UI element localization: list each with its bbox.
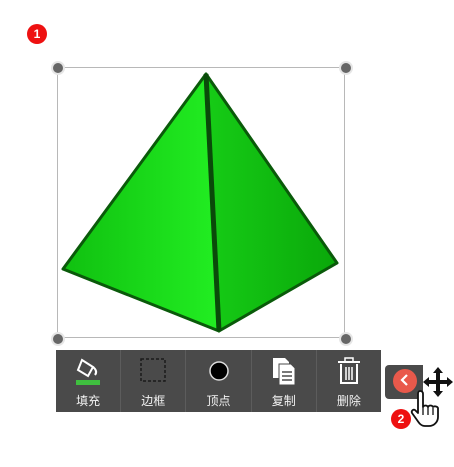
copy-button[interactable]: 复制: [252, 350, 317, 412]
border-label: 边框: [141, 394, 166, 408]
delete-button[interactable]: 删除: [317, 350, 381, 412]
shape-toolbar: 填充 边框 顶点 复制 删除: [56, 350, 381, 412]
copy-label: 复制: [271, 394, 296, 408]
copy-pages-icon: [269, 356, 299, 386]
border-button[interactable]: 边框: [121, 350, 187, 412]
vertex-label: 顶点: [206, 394, 231, 408]
hand-pointer-icon: [410, 390, 439, 427]
dot-icon: [204, 356, 234, 386]
fill-button[interactable]: 填充: [56, 350, 122, 412]
paint-bucket-icon: [73, 356, 103, 386]
vertex-button[interactable]: 顶点: [186, 350, 252, 412]
delete-label: 删除: [336, 394, 361, 408]
fill-label: 填充: [76, 394, 101, 408]
dashed-square-icon: [138, 356, 168, 386]
step-badge-2: 2: [391, 409, 411, 429]
trash-icon: [334, 356, 364, 386]
